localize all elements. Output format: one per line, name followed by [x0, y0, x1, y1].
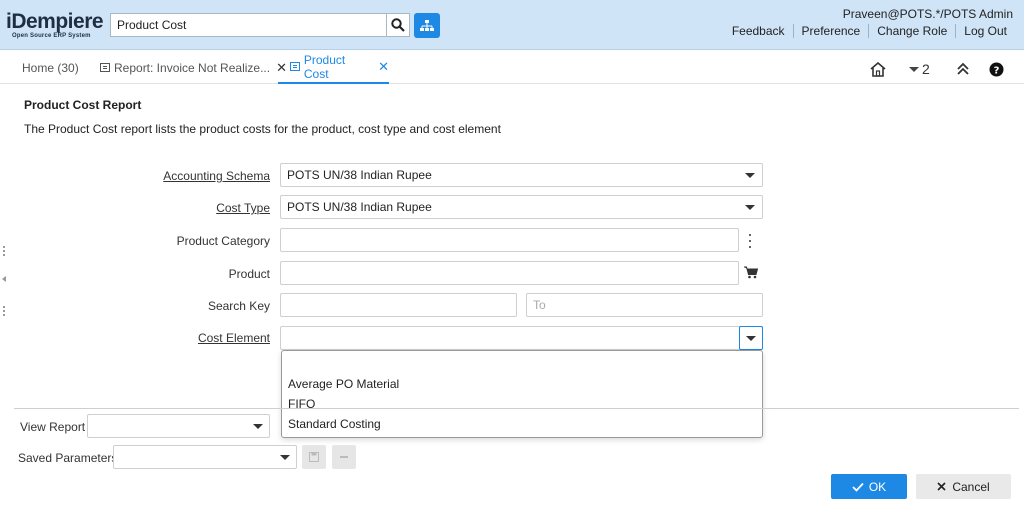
double-chevron-up-icon — [957, 62, 969, 75]
tab-label: Report: Invoice Not Realize... — [114, 60, 271, 75]
view-report-dropdown-button[interactable] — [246, 414, 270, 438]
search-key-to-field[interactable]: To — [526, 293, 763, 317]
west-splitter-handle-2[interactable] — [3, 306, 6, 316]
accounting-schema-dropdown-button[interactable] — [738, 163, 762, 187]
cost-type-label[interactable]: Cost Type — [90, 201, 270, 215]
global-search-input[interactable]: Product Cost — [110, 13, 387, 37]
product-label: Product — [228, 267, 270, 281]
search-icon — [391, 18, 405, 32]
cost-type-dropdown-button[interactable] — [738, 195, 762, 219]
check-icon — [852, 482, 864, 492]
chevron-down-icon — [745, 204, 755, 210]
accounting-schema-select[interactable]: POTS UN/38 Indian Rupee — [280, 163, 763, 187]
cancel-label: Cancel — [952, 479, 990, 494]
tab-invoice-report[interactable]: Report: Invoice Not Realize... ✕ — [100, 51, 287, 84]
saved-parameters-select[interactable] — [113, 445, 297, 469]
tab-label: Home (30) — [22, 60, 79, 75]
user-role-label[interactable]: Praveen@POTS.*/POTS Admin — [843, 7, 1013, 21]
save-parameters-button[interactable] — [302, 445, 326, 469]
form-divider — [14, 408, 1019, 409]
report-description: The Product Cost report lists the produc… — [24, 122, 501, 136]
tab-label: Product Cost — [303, 52, 346, 81]
accounting-schema-label[interactable]: Accounting Schema — [90, 169, 270, 183]
product-category-label: Product Category — [176, 234, 270, 248]
product-search-button[interactable] — [744, 266, 759, 282]
preference-link[interactable]: Preference — [792, 24, 869, 38]
chevron-down-icon — [253, 423, 263, 429]
close-icon[interactable]: ✕ — [378, 59, 389, 75]
report-icon — [100, 63, 110, 72]
tab-product-cost[interactable]: Product Cost ✕ — [278, 51, 389, 84]
home-icon — [870, 61, 886, 77]
product-field[interactable] — [280, 261, 739, 285]
product-category-field[interactable] — [280, 228, 739, 252]
logo-text: iDempiere — [6, 10, 104, 33]
home-button[interactable] — [870, 60, 886, 78]
report-title: Product Cost Report — [24, 98, 142, 112]
dropdown-option-standard-costing[interactable]: Standard Costing — [288, 417, 381, 431]
change-role-link[interactable]: Change Role — [868, 24, 955, 38]
view-report-select[interactable] — [87, 414, 270, 438]
cancel-button[interactable]: Cancel — [916, 474, 1011, 499]
west-splitter-handle[interactable] — [3, 246, 6, 256]
search-button[interactable] — [386, 13, 410, 37]
cost-element-label[interactable]: Cost Element — [90, 331, 270, 345]
dropdown-option-average-po[interactable]: Average PO Material — [288, 377, 399, 391]
cost-element-dropdown-button[interactable] — [739, 326, 763, 350]
cost-element-select[interactable] — [280, 326, 763, 350]
view-report-label: View Report — [20, 420, 86, 434]
feedback-link[interactable]: Feedback — [724, 24, 793, 38]
logo-subtext: Open Source ERP System — [12, 33, 91, 39]
header-links: Feedback Preference Change Role Log Out — [724, 24, 1015, 38]
sitemap-icon — [420, 19, 434, 31]
idempiere-logo[interactable]: iDempiere Open Source ERP System — [6, 10, 108, 40]
minus-icon — [340, 456, 348, 458]
report-icon — [290, 62, 300, 71]
help-icon: ? — [989, 62, 1004, 76]
shopping-cart-icon — [744, 266, 759, 279]
search-key-label: Search Key — [207, 299, 270, 313]
delete-parameters-button[interactable] — [332, 445, 356, 469]
window-count-dropdown[interactable]: 2 — [909, 60, 930, 78]
ok-button[interactable]: OK — [831, 474, 907, 499]
window-count: 2 — [922, 61, 930, 77]
saved-parameters-label: Saved Parameters — [18, 451, 118, 465]
help-button[interactable]: ? — [989, 60, 1004, 78]
cost-element-dropdown-list: Average PO Material FIFO Standard Costin… — [281, 350, 763, 438]
chevron-down-icon — [745, 172, 755, 178]
chevron-down-icon — [280, 454, 290, 460]
tab-home[interactable]: Home (30) — [22, 51, 79, 84]
search-key-from-field[interactable] — [280, 293, 517, 317]
svg-text:?: ? — [994, 65, 1000, 76]
app-header: iDempiere Open Source ERP System Product… — [0, 0, 1024, 50]
collapse-button[interactable] — [956, 60, 970, 78]
collapse-left-icon[interactable] — [2, 276, 6, 282]
ok-label: OK — [868, 479, 887, 494]
close-icon — [937, 482, 946, 491]
save-icon — [309, 452, 319, 462]
more-options-icon[interactable] — [746, 234, 754, 248]
chevron-down-icon — [909, 66, 919, 72]
logout-link[interactable]: Log Out — [955, 24, 1015, 38]
chevron-down-icon — [746, 335, 756, 341]
menu-tree-button[interactable] — [414, 13, 440, 38]
saved-parameters-dropdown-button[interactable] — [273, 445, 297, 469]
cost-type-select[interactable]: POTS UN/38 Indian Rupee — [280, 195, 763, 219]
